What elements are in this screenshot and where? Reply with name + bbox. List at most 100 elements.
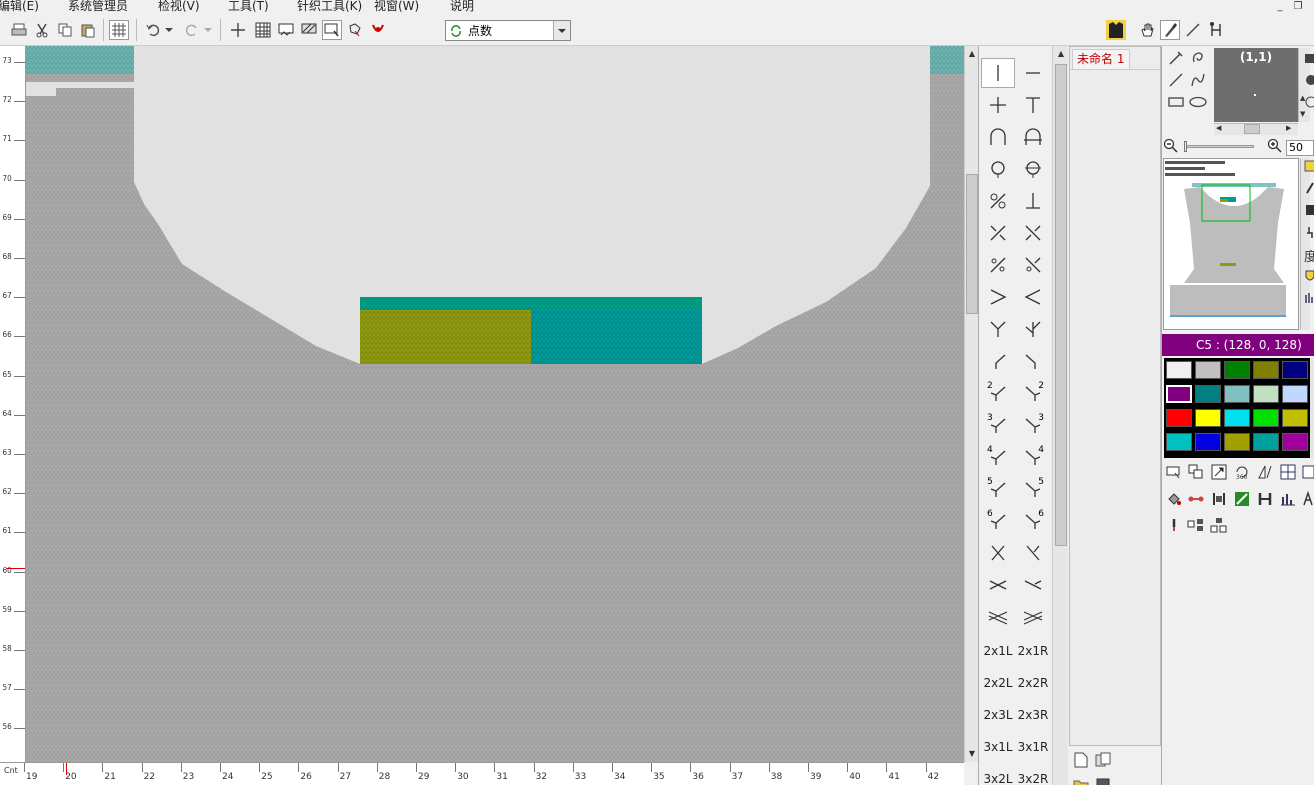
line-icon[interactable] [1183,20,1203,40]
stitch-arch[interactable] [981,122,1015,152]
lasso-icon[interactable] [345,20,365,40]
stitch-numbered-left[interactable]: 5 [981,474,1015,504]
curve-tool-icon[interactable] [1188,70,1208,90]
swap-colors-icon[interactable] [1186,489,1206,509]
stitch-cross-left-b[interactable] [981,250,1015,280]
menu-system-admin[interactable]: 系统管理员 [68,0,128,13]
color-swatch[interactable] [1224,409,1250,427]
scroll-up-icon[interactable]: ▲ [1055,48,1067,60]
new-file-icon[interactable] [1071,750,1091,770]
color-swatch[interactable] [1224,361,1250,379]
ellipse-tool-icon[interactable] [1188,92,1208,112]
stitch-x-right[interactable] [1016,538,1050,568]
doc-tab-untitled[interactable]: 未命名 1 [1072,49,1130,69]
color-swatch[interactable] [1282,385,1308,403]
zoom-slider-thumb[interactable] [1184,141,1187,152]
stitch-chevron-right[interactable] [981,282,1015,312]
stitch-numbered-right[interactable]: 5 [1016,474,1050,504]
pencil-tool-icon[interactable] [1166,48,1186,68]
spiral-tool-icon[interactable] [1188,48,1208,68]
stitch-cable-right[interactable] [1016,570,1050,600]
text-tool-icon[interactable] [1301,489,1314,509]
stitch-bend-right[interactable] [1016,346,1050,376]
palette-scrollbar[interactable] [1310,358,1314,458]
save-icon[interactable] [1093,774,1113,785]
stitch-cable-label-button[interactable]: 3x1R [1016,732,1050,762]
crosshair-icon[interactable] [228,20,248,40]
color-swatch[interactable] [1253,385,1279,403]
copy-region-icon[interactable] [1186,462,1206,482]
side-circle-icon[interactable] [1302,70,1314,90]
restore-button[interactable]: ❐ [1290,0,1306,13]
stitch-cable-left[interactable] [981,570,1015,600]
stitch-cable-label-button[interactable]: 2x1R [1016,636,1050,666]
magic-icon[interactable] [368,20,388,40]
paste-icon[interactable] [78,20,98,40]
hand-icon[interactable] [1137,20,1157,40]
stitch-vertical-bar[interactable] [981,58,1015,88]
menu-help[interactable]: 说明 [450,0,474,13]
scroll-up-icon[interactable]: ▲ [966,48,978,60]
color-swatch[interactable] [1224,385,1250,403]
stitch-numbered-left[interactable]: 3 [981,410,1015,440]
stitch-numbered-left[interactable]: 4 [981,442,1015,472]
side-square-icon[interactable] [1302,48,1314,68]
side-grid-icon[interactable] [1302,156,1314,176]
stitch-inverted-tee[interactable] [1016,186,1050,216]
stitch-horizontal-bar[interactable] [1016,58,1050,88]
color-swatch[interactable] [1253,409,1279,427]
select-rect-icon[interactable] [1164,462,1184,482]
side-brush-icon[interactable] [1302,222,1314,242]
color-swatch[interactable] [1224,433,1250,451]
side-ring-icon[interactable] [1302,92,1314,112]
column-tool-icon[interactable] [1209,489,1229,509]
move-right-icon[interactable] [1186,515,1206,535]
stitch-y-left[interactable] [981,314,1015,344]
stitch-numbered-right[interactable]: 4 [1016,442,1050,472]
side-bars-icon[interactable] [1302,288,1314,308]
side-shield-icon[interactable] [1302,266,1314,286]
design-minimap[interactable] [1163,158,1299,330]
color-swatch[interactable] [1282,409,1308,427]
zoom-preview-hscroll[interactable]: ◀ ▶ [1214,123,1298,135]
copy-icon[interactable] [55,20,75,40]
scroll-thumb[interactable] [1244,124,1260,134]
stitch-cable-double-left[interactable] [981,602,1015,632]
resize-icon[interactable] [1209,462,1229,482]
measure-icon[interactable] [1206,20,1226,40]
chevron-down-icon[interactable] [163,20,175,40]
mirror-icon[interactable] [1255,462,1275,482]
menu-window[interactable]: 视窗(W) [374,0,419,13]
line-tool-icon[interactable] [1166,70,1186,90]
menu-knit-tools[interactable]: 针织工具(K) [297,0,362,13]
stitch-numbered-right[interactable]: 6 [1016,506,1050,536]
side-list-icon[interactable] [1302,200,1314,220]
chevron-down-icon[interactable] [202,20,214,40]
undo-icon[interactable] [143,20,163,40]
stitch-cable-label-button[interactable]: 2x2L [981,668,1015,698]
menu-edit[interactable]: 编辑(E) [0,0,39,13]
stitch-cross-right-b[interactable] [1016,250,1050,280]
stitch-circle-cross[interactable] [1016,154,1050,184]
stitch-arch-bar[interactable] [1016,122,1050,152]
sweater-icon[interactable] [1105,19,1127,41]
hatch-pattern-icon[interactable] [299,20,319,40]
stitch-cable-label-button[interactable]: 2x2R [1016,668,1050,698]
stitch-plus[interactable] [981,90,1015,120]
knit-canvas[interactable] [26,46,964,762]
refresh-icon[interactable] [448,23,464,39]
color-swatch[interactable] [1195,385,1221,403]
color-swatch[interactable] [1282,361,1308,379]
rotate-icon[interactable]: 360 [1232,462,1252,482]
stitch-cable-label-button[interactable]: 2x3R [1016,700,1050,730]
color-swatch[interactable] [1253,361,1279,379]
select-pattern-icon[interactable] [276,20,296,40]
scroll-right-icon[interactable]: ▶ [1286,124,1291,132]
color-brush-icon[interactable] [1232,489,1252,509]
menu-tools[interactable]: 工具(T) [228,0,269,13]
scroll-down-icon[interactable]: ▼ [966,748,978,760]
print-icon[interactable] [9,20,29,40]
stitch-cable-double-right[interactable] [1016,602,1050,632]
color-swatch[interactable] [1166,409,1192,427]
stitch-circle-stem[interactable] [981,154,1015,184]
